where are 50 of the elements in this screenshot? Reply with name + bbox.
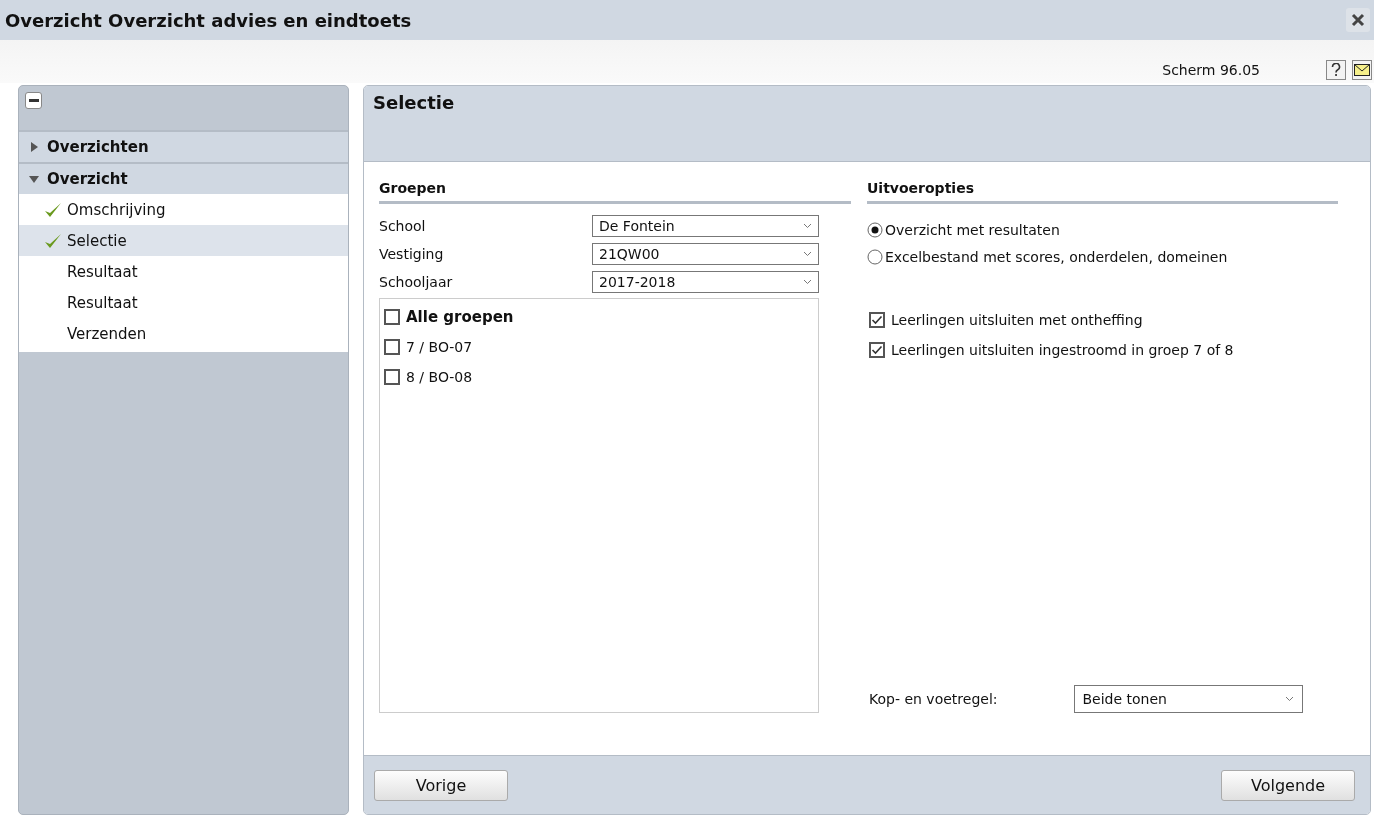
checkbox-label: Leerlingen uitsluiten met ontheffing — [891, 311, 1143, 328]
close-button[interactable] — [1346, 8, 1370, 32]
checkbox[interactable] — [869, 311, 885, 328]
radio-button[interactable] — [867, 221, 883, 238]
checkbox-label: 8 / BO-08 — [406, 368, 473, 385]
chevron-icon — [803, 279, 812, 285]
checkbox-label: 7 / BO-07 — [406, 338, 473, 355]
field-label: Schooljaar — [379, 274, 453, 290]
field-label: Vestiging — [379, 246, 444, 262]
sidebar-group-header[interactable]: Overzichten — [19, 130, 348, 162]
field-label: School — [379, 218, 426, 234]
checkbox[interactable] — [384, 308, 400, 325]
chevron-icon — [803, 251, 812, 257]
sidebar-item[interactable]: Selectie — [19, 225, 348, 256]
chevron-icon — [1284, 696, 1294, 702]
sidebar-item[interactable]: Verzenden — [19, 318, 348, 352]
previous-button[interactable]: Vorige — [374, 769, 508, 801]
mail-button[interactable] — [1352, 60, 1372, 80]
window-title: Overzicht Overzicht advies en eindtoets — [5, 9, 412, 31]
triangle-down-icon — [29, 174, 39, 184]
checkbox[interactable] — [384, 368, 400, 385]
triangle-right-icon — [29, 142, 39, 152]
sidebar-item[interactable]: Omschrijving — [19, 194, 348, 225]
sidebar-group-header[interactable]: Overzicht — [19, 162, 348, 194]
field-label: Kop- en voetregel: — [869, 691, 998, 707]
section-heading: Uitvoeropties — [867, 180, 1338, 204]
dropdown[interactable]: 21QW00 — [592, 243, 819, 265]
collapse-button[interactable] — [25, 92, 42, 109]
checkbox[interactable] — [384, 338, 400, 355]
next-button[interactable]: Volgende — [1221, 769, 1355, 801]
minus-icon — [28, 99, 39, 102]
radio-label: Overzicht met resultaten — [885, 221, 1060, 238]
chevron-icon — [803, 223, 812, 229]
checkbox[interactable] — [869, 341, 885, 358]
header-footer-dropdown[interactable]: Beide tonen — [1073, 685, 1303, 713]
help-button[interactable] — [1326, 60, 1346, 80]
dropdown[interactable]: 2017-2018 — [592, 271, 819, 293]
envelope-icon — [1354, 64, 1370, 76]
section-heading: Groepen — [379, 180, 851, 204]
close-icon — [1351, 13, 1365, 27]
checkbox-label: Leerlingen uitsluiten ingestroomd in groep 7 of 8 — [891, 341, 1234, 358]
dropdown[interactable]: De Fontein — [592, 215, 819, 237]
sidebar-item[interactable]: Resultaat — [19, 256, 348, 287]
panel-title: Selectie — [373, 92, 455, 113]
radio-label: Excelbestand met scores, onderdelen, domeinen — [885, 248, 1228, 265]
checkbox-label: Alle groepen — [406, 307, 514, 326]
sidebar-item[interactable]: Resultaat — [19, 287, 348, 318]
help-icon — [1331, 63, 1341, 77]
radio-button[interactable] — [867, 248, 883, 265]
screen-number: Scherm 96.05 — [1162, 62, 1260, 80]
